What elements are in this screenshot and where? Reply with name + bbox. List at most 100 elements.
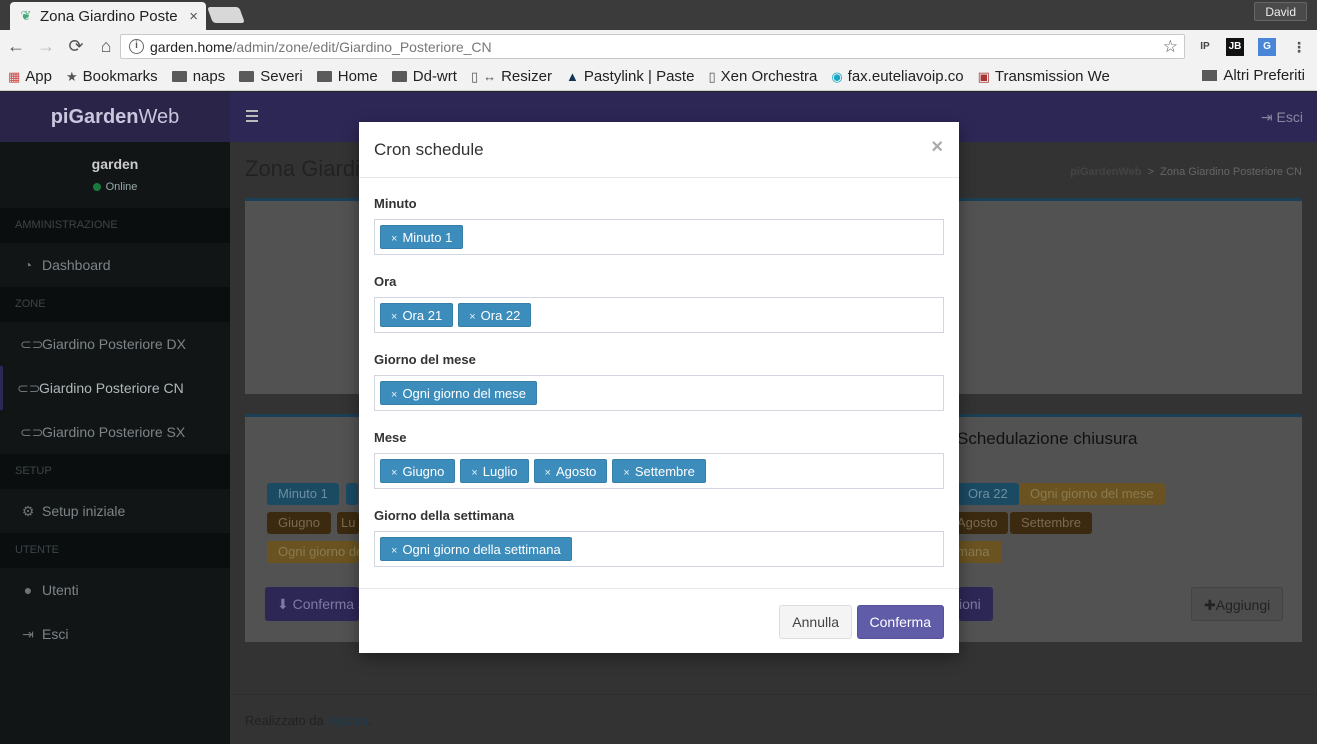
tag-remove-icon[interactable]: × bbox=[471, 467, 477, 479]
browser-user-badge[interactable]: David bbox=[1254, 2, 1307, 21]
hamburger-menu-icon[interactable] bbox=[246, 110, 258, 122]
new-tab-button[interactable] bbox=[207, 7, 245, 23]
sidebar-item-dashboard[interactable]: ◔ Dashboard bbox=[0, 243, 230, 287]
user-name: garden bbox=[91, 156, 139, 172]
bg-chip-luglio: Lu bbox=[337, 512, 359, 534]
bg-confirm-button[interactable]: ⬇ Conferma s bbox=[265, 587, 359, 621]
mese-select[interactable]: × Giugno × Luglio × Agosto × Settembre bbox=[374, 453, 944, 489]
bookmark-home[interactable]: Home bbox=[316, 68, 378, 85]
site-favicon-icon: ❦ bbox=[20, 8, 32, 23]
field-label-ora: Ora bbox=[374, 274, 397, 289]
confirm-button[interactable]: Conferma bbox=[856, 605, 944, 639]
browser-tab[interactable]: ❦ Zona Giardino Poste × bbox=[10, 2, 206, 30]
bookmark-transmission[interactable]: ▣ Transmission Wel bbox=[978, 68, 1110, 85]
jb-extension-icon[interactable]: JB bbox=[1226, 38, 1244, 56]
gears-icon: ⚙ bbox=[21, 503, 35, 519]
site-info-icon[interactable]: i bbox=[129, 39, 144, 54]
field-label-minuto: Minuto bbox=[374, 196, 417, 211]
page-icon: ▯ bbox=[470, 68, 479, 84]
bookmark-pastylink[interactable]: ▲ Pastylink | Paste bbox=[566, 68, 695, 85]
sidebar-item-utenti[interactable]: ● Utenti bbox=[0, 568, 230, 612]
ora-select[interactable]: × Ora 21 × Ora 22 bbox=[374, 297, 944, 333]
breadcrumb-root[interactable]: piGardenWeb bbox=[1070, 166, 1141, 178]
page-icon: ▯ bbox=[708, 68, 716, 84]
tag-luglio: × Luglio bbox=[460, 459, 529, 483]
download-icon: ⬇ bbox=[277, 596, 293, 612]
menu-dots-icon[interactable]: ⋮ bbox=[1290, 38, 1308, 56]
tag-remove-icon[interactable]: × bbox=[391, 233, 397, 245]
bg-chip-settimana-right: mana bbox=[957, 541, 1002, 563]
sidebar-item-zone-sx[interactable]: ⊂⊃Giardino Posteriore SX bbox=[0, 410, 230, 454]
tag-remove-icon[interactable]: × bbox=[545, 467, 551, 479]
sidebar-item-zone-cn[interactable]: ⊂⊃Giardino Posteriore CN bbox=[0, 366, 230, 410]
bg-chip-ogni-giorno-settimana: Ogni giorno de bbox=[267, 541, 359, 563]
tag-minuto-1: × Minuto 1 bbox=[380, 225, 464, 249]
home-icon[interactable]: ⌂ bbox=[92, 33, 120, 61]
plus-icon: ✚ bbox=[1204, 597, 1216, 613]
tag-ora-22: × Ora 22 bbox=[458, 303, 532, 327]
folder-icon bbox=[391, 71, 407, 82]
reload-icon[interactable]: ⟳ bbox=[62, 33, 90, 61]
close-schedule-title: Schedulazione chiusura bbox=[957, 429, 1138, 448]
tag-remove-icon[interactable]: × bbox=[391, 389, 397, 401]
page-title: Zona Giardi bbox=[245, 156, 360, 181]
tab-title: Zona Giardino Poste bbox=[40, 7, 178, 25]
user-panel: garden Online bbox=[0, 142, 230, 208]
giorno-settimana-select[interactable]: × Ogni giorno della settimana bbox=[374, 531, 944, 567]
toggle-icon: ⊂⊃ bbox=[20, 336, 44, 352]
bookmark-ddwrt[interactable]: Dd-wrt bbox=[391, 68, 457, 85]
star-icon: ★ bbox=[66, 68, 78, 84]
minuto-select[interactable]: × Minuto 1 bbox=[374, 219, 944, 255]
modal-close-icon[interactable]: × bbox=[931, 136, 943, 159]
tag-remove-icon[interactable]: × bbox=[391, 467, 397, 479]
tag-settembre: × Settembre bbox=[612, 459, 706, 483]
logout-link[interactable]: ⇥ Esci bbox=[1261, 109, 1303, 126]
translate-extension-icon[interactable]: G bbox=[1258, 38, 1276, 56]
sidebar-item-zone-dx[interactable]: ⊂⊃Giardino Posteriore DX bbox=[0, 322, 230, 366]
giorno-mese-select[interactable]: × Ogni giorno del mese bbox=[374, 375, 944, 411]
bookmark-app[interactable]: ▦ App bbox=[8, 68, 52, 85]
bookmark-xen[interactable]: ▯ Xen Orchestra bbox=[708, 68, 817, 85]
sidebar-header-utente: UTENTE bbox=[0, 533, 230, 568]
bookmark-fax[interactable]: ◉ fax.euteliavoip.co bbox=[831, 68, 963, 85]
cancel-button[interactable]: Annulla bbox=[779, 605, 852, 639]
bg-chip-settembre: Settembre bbox=[1010, 512, 1092, 534]
other-bookmarks[interactable]: Altri Preferiti bbox=[1202, 67, 1305, 84]
tag-remove-icon[interactable]: × bbox=[391, 545, 397, 557]
tag-ora-21: × Ora 21 bbox=[380, 303, 454, 327]
sidebar-header-admin: AMMINISTRAZIONE bbox=[0, 208, 230, 243]
modal-footer: Annulla Conferma bbox=[359, 588, 959, 653]
footer: Realizzato da lejubila. bbox=[230, 694, 1317, 744]
bookmark-star-icon[interactable]: ☆ bbox=[1163, 37, 1178, 57]
bookmark-naps[interactable]: naps bbox=[171, 68, 225, 85]
app-logo[interactable]: piGardenWeb bbox=[0, 92, 230, 142]
address-bar[interactable]: i garden.home/admin/zone/edit/Giardino_P… bbox=[120, 34, 1185, 59]
tag-remove-icon[interactable]: × bbox=[623, 467, 629, 479]
tag-remove-icon[interactable]: × bbox=[391, 311, 397, 323]
tag-remove-icon[interactable]: × bbox=[469, 311, 475, 323]
back-icon[interactable]: ← bbox=[2, 33, 30, 61]
folder-icon bbox=[239, 71, 255, 82]
sidebar-item-esci[interactable]: ⇥ Esci bbox=[0, 612, 230, 656]
bg-chip-agosto: Agosto bbox=[957, 512, 1009, 534]
field-label-giorno-settimana: Giorno della settimana bbox=[374, 508, 515, 523]
sidebar-header-setup: SETUP bbox=[0, 454, 230, 489]
apps-grid-icon: ▦ bbox=[8, 68, 21, 84]
breadcrumb: piGardenWeb > Zona Giardino Posteriore C… bbox=[1070, 166, 1302, 178]
footer-author-link[interactable]: lejubila bbox=[327, 713, 367, 728]
bg-schedule-button[interactable]: ioni bbox=[959, 587, 993, 621]
sidebar-item-setup[interactable]: ⚙ Setup iniziale bbox=[0, 489, 230, 533]
tab-close-icon[interactable]: × bbox=[189, 8, 198, 25]
user-status: Online bbox=[0, 181, 230, 193]
sidebar-header-zone: ZONE bbox=[0, 287, 230, 322]
bookmark-resizer[interactable]: ▯ ↔ Resizer bbox=[471, 68, 552, 85]
bookmark-severi[interactable]: Severi bbox=[239, 68, 303, 85]
ip-extension-icon[interactable]: IP bbox=[1196, 38, 1214, 56]
add-button[interactable]: ✚Aggiungi bbox=[1191, 587, 1284, 621]
logout-icon: ⇥ bbox=[1260, 109, 1277, 125]
breadcrumb-current: Zona Giardino Posteriore CN bbox=[1160, 166, 1302, 178]
footer-text: Realizzato da lejubila. bbox=[245, 713, 372, 728]
browser-toolbar: ← → ⟳ ⌂ i garden.home/admin/zone/edit/Gi… bbox=[0, 30, 1317, 63]
forward-icon[interactable]: → bbox=[32, 33, 60, 61]
bookmark-bookmarks[interactable]: ★ Bookmarks bbox=[66, 68, 158, 85]
